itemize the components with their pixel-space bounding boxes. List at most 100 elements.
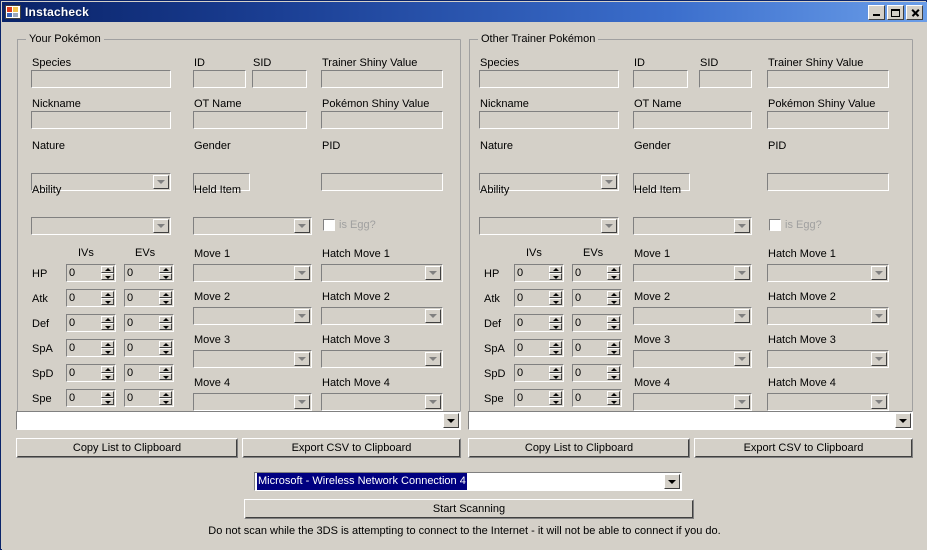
stepper-up-icon[interactable]: [549, 266, 562, 273]
stepper-ev-spd-left[interactable]: 0: [124, 364, 174, 382]
input-pid-right[interactable]: [767, 173, 889, 191]
stepper-down-icon[interactable]: [101, 373, 114, 380]
stepper-down-icon[interactable]: [549, 373, 562, 380]
stepper-down-icon[interactable]: [607, 398, 620, 405]
chevron-down-icon[interactable]: [153, 219, 169, 233]
stepper-iv-spd-right[interactable]: 0: [514, 364, 564, 382]
stepper-ev-def-right[interactable]: 0: [572, 314, 622, 332]
stepper-down-icon[interactable]: [159, 323, 172, 330]
select-hatch-move-4-right[interactable]: [767, 393, 889, 411]
stepper-down-icon[interactable]: [101, 298, 114, 305]
select-hatch-move-3-left[interactable]: [321, 350, 443, 368]
input-species-right[interactable]: [479, 70, 619, 88]
stepper-up-icon[interactable]: [101, 391, 114, 398]
stepper-up-icon[interactable]: [607, 266, 620, 273]
stepper-ev-atk-right[interactable]: 0: [572, 289, 622, 307]
select-ability-left[interactable]: [31, 217, 171, 235]
input-psv-right[interactable]: [767, 111, 889, 129]
stepper-iv-hp-left[interactable]: 0: [66, 264, 116, 282]
stepper-iv-spe-right[interactable]: 0: [514, 389, 564, 407]
select-move-4-left[interactable]: [193, 393, 312, 411]
select-hatch-move-3-right[interactable]: [767, 350, 889, 368]
export-csv-left-button[interactable]: Export CSV to Clipboard: [242, 438, 461, 458]
stepper-up-icon[interactable]: [101, 366, 114, 373]
chevron-down-icon[interactable]: [734, 352, 750, 366]
stepper-up-icon[interactable]: [549, 316, 562, 323]
input-tsv-left[interactable]: [321, 70, 443, 88]
stepper-down-icon[interactable]: [607, 298, 620, 305]
stepper-ev-atk-left[interactable]: 0: [124, 289, 174, 307]
stepper-down-icon[interactable]: [159, 398, 172, 405]
maximize-button[interactable]: [887, 4, 904, 20]
stepper-ev-spa-right[interactable]: 0: [572, 339, 622, 357]
stepper-up-icon[interactable]: [607, 391, 620, 398]
select-move-3-right[interactable]: [633, 350, 752, 368]
stepper-iv-spe-left[interactable]: 0: [66, 389, 116, 407]
stepper-down-icon[interactable]: [159, 348, 172, 355]
checkbox-is-egg-left[interactable]: is Egg?: [323, 219, 376, 231]
stepper-up-icon[interactable]: [159, 391, 172, 398]
input-sid-right[interactable]: [699, 70, 752, 88]
input-nickname-left[interactable]: [31, 111, 171, 129]
select-hatch-move-2-left[interactable]: [321, 307, 443, 325]
stepper-down-icon[interactable]: [607, 273, 620, 280]
select-move-1-right[interactable]: [633, 264, 752, 282]
chevron-down-icon[interactable]: [734, 395, 750, 409]
stepper-up-icon[interactable]: [101, 291, 114, 298]
select-network-adapter[interactable]: Microsoft - Wireless Network Connection …: [254, 472, 682, 491]
stepper-ev-def-left[interactable]: 0: [124, 314, 174, 332]
stepper-ev-spe-right[interactable]: 0: [572, 389, 622, 407]
stepper-up-icon[interactable]: [101, 266, 114, 273]
select-held-item-left[interactable]: [193, 217, 312, 235]
stepper-up-icon[interactable]: [549, 291, 562, 298]
stepper-ev-spe-left[interactable]: 0: [124, 389, 174, 407]
input-ot-name-left[interactable]: [193, 111, 307, 129]
select-held-item-right[interactable]: [633, 217, 752, 235]
chevron-down-icon[interactable]: [294, 352, 310, 366]
stepper-down-icon[interactable]: [549, 273, 562, 280]
stepper-down-icon[interactable]: [549, 298, 562, 305]
stepper-iv-spd-left[interactable]: 0: [66, 364, 116, 382]
stepper-up-icon[interactable]: [607, 316, 620, 323]
chevron-down-icon[interactable]: [734, 219, 750, 233]
chevron-down-icon[interactable]: [425, 309, 441, 323]
stepper-down-icon[interactable]: [101, 348, 114, 355]
chevron-down-icon[interactable]: [895, 413, 911, 428]
input-pid-left[interactable]: [321, 173, 443, 191]
chevron-down-icon[interactable]: [734, 309, 750, 323]
minimize-button[interactable]: [868, 4, 885, 20]
select-ability-right[interactable]: [479, 217, 619, 235]
stepper-up-icon[interactable]: [101, 316, 114, 323]
stepper-down-icon[interactable]: [101, 323, 114, 330]
chevron-down-icon[interactable]: [601, 219, 617, 233]
title-bar[interactable]: Instacheck: [2, 2, 927, 22]
select-move-1-left[interactable]: [193, 264, 312, 282]
stepper-up-icon[interactable]: [607, 341, 620, 348]
chevron-down-icon[interactable]: [294, 219, 310, 233]
chevron-down-icon[interactable]: [871, 352, 887, 366]
chevron-down-icon[interactable]: [294, 266, 310, 280]
stepper-iv-def-right[interactable]: 0: [514, 314, 564, 332]
chevron-down-icon[interactable]: [443, 413, 459, 428]
close-button[interactable]: [906, 4, 923, 20]
start-scanning-button[interactable]: Start Scanning: [244, 499, 694, 519]
stepper-down-icon[interactable]: [159, 298, 172, 305]
chevron-down-icon[interactable]: [294, 395, 310, 409]
chevron-down-icon[interactable]: [425, 395, 441, 409]
stepper-ev-spd-right[interactable]: 0: [572, 364, 622, 382]
stepper-down-icon[interactable]: [607, 373, 620, 380]
stepper-up-icon[interactable]: [607, 291, 620, 298]
chevron-down-icon[interactable]: [425, 352, 441, 366]
select-move-2-right[interactable]: [633, 307, 752, 325]
input-id-right[interactable]: [633, 70, 688, 88]
stepper-down-icon[interactable]: [101, 273, 114, 280]
select-hatch-move-1-right[interactable]: [767, 264, 889, 282]
chevron-down-icon[interactable]: [601, 175, 617, 189]
select-move-2-left[interactable]: [193, 307, 312, 325]
stepper-down-icon[interactable]: [549, 348, 562, 355]
select-move-3-left[interactable]: [193, 350, 312, 368]
stepper-down-icon[interactable]: [101, 398, 114, 405]
chevron-down-icon[interactable]: [871, 395, 887, 409]
stepper-down-icon[interactable]: [607, 323, 620, 330]
stepper-down-icon[interactable]: [549, 398, 562, 405]
